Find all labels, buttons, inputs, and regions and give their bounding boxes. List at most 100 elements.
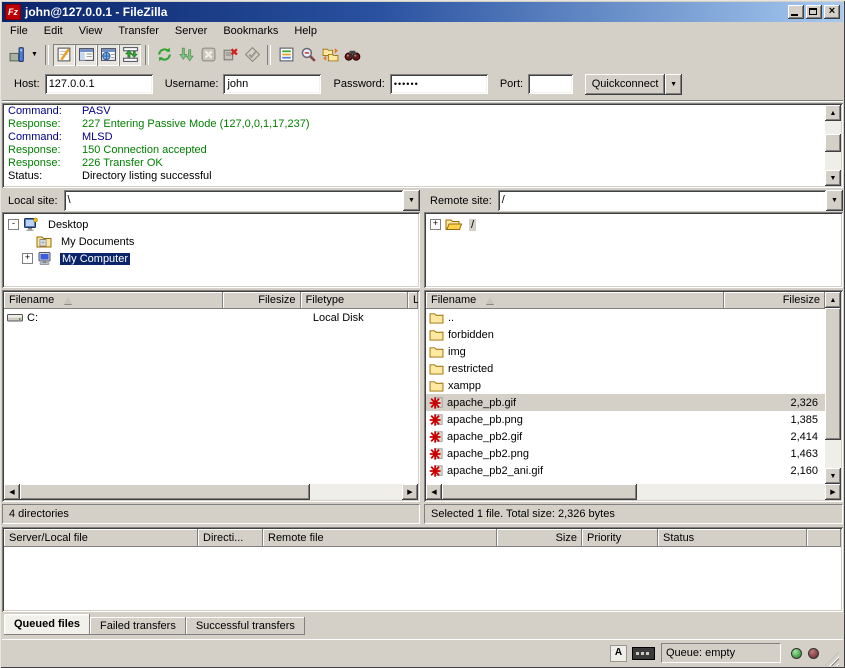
scroll-right-icon[interactable]: ▶ [402, 484, 418, 500]
speed-limit-indicator-icon[interactable] [632, 647, 655, 660]
local-site-combo[interactable]: \ ▼ [64, 190, 420, 211]
cancel-icon [200, 46, 217, 63]
file-row-xampp[interactable]: xampp [426, 377, 825, 394]
scroll-left-icon[interactable]: ◀ [4, 484, 20, 500]
disconnect-button[interactable] [219, 44, 241, 66]
remote-file-list: Filename Filesize .. forbidden img restr… [424, 290, 843, 502]
tree-item-root[interactable]: + / [430, 216, 843, 233]
site-manager-dropdown[interactable]: ▼ [28, 44, 41, 66]
image-file-icon [429, 396, 443, 410]
menu-help[interactable]: Help [286, 23, 325, 40]
file-row-parent-dir[interactable]: .. [426, 309, 825, 326]
column-header-size[interactable]: Size [497, 529, 582, 547]
scroll-up-icon[interactable]: ▲ [825, 105, 841, 121]
toolbar-separator [267, 45, 271, 65]
close-button[interactable]: × [824, 5, 840, 19]
collapse-icon[interactable]: - [8, 219, 19, 230]
local-site-value[interactable]: \ [64, 190, 403, 211]
expand-icon[interactable]: + [22, 253, 33, 264]
recheck-button[interactable] [241, 44, 263, 66]
tab-failed-transfers[interactable]: Failed transfers [90, 617, 186, 635]
menu-edit[interactable]: Edit [36, 23, 71, 40]
local-site-dropdown[interactable]: ▼ [403, 190, 420, 211]
toggle-transfer-queue-button[interactable] [119, 44, 141, 66]
menu-bookmarks[interactable]: Bookmarks [215, 23, 286, 40]
local-list-hscrollbar[interactable]: ◀ ▶ [4, 484, 418, 500]
password-field[interactable]: •••••• [390, 74, 488, 94]
column-header-status[interactable]: Status [658, 529, 807, 547]
file-row-forbidden[interactable]: forbidden [426, 326, 825, 343]
scrollbar-thumb[interactable] [825, 134, 841, 152]
close-icon: × [824, 5, 840, 18]
resize-grip[interactable] [825, 652, 839, 666]
remote-list-vscrollbar[interactable]: ▲ ▼ [825, 292, 841, 484]
log-line: Command:MLSD [8, 131, 821, 144]
scroll-left-icon[interactable]: ◀ [426, 484, 442, 500]
tree-item-label: My Computer [60, 253, 130, 265]
column-header-priority[interactable]: Priority [582, 529, 658, 547]
username-field[interactable]: john [223, 74, 321, 94]
file-row-apache-pb2-gif[interactable]: apache_pb2.gif 2,414 [426, 428, 825, 445]
transfer-type-indicator-icon[interactable]: A [610, 645, 627, 662]
remote-site-value[interactable]: / [498, 190, 826, 211]
file-row-apache-pb-gif[interactable]: apache_pb.gif 2,326 [426, 394, 825, 411]
menu-server[interactable]: Server [167, 23, 215, 40]
refresh-button[interactable] [153, 44, 175, 66]
remote-site-combo[interactable]: / ▼ [498, 190, 843, 211]
synchronized-browsing-button[interactable] [319, 44, 341, 66]
column-header-filesize[interactable]: Filesize [724, 292, 825, 309]
port-field[interactable] [528, 74, 573, 94]
scroll-down-icon[interactable]: ▼ [825, 170, 841, 186]
process-queue-button[interactable] [175, 44, 197, 66]
tree-item-my-documents[interactable]: My Documents [8, 233, 420, 250]
host-field[interactable]: 127.0.0.1 [45, 74, 153, 94]
file-row-apache-pb-png[interactable]: apache_pb.png 1,385 [426, 411, 825, 428]
toggle-remote-tree-button[interactable] [97, 44, 119, 66]
cancel-operation-button[interactable] [197, 44, 219, 66]
scrollbar-thumb[interactable] [442, 484, 637, 500]
quickconnect-button[interactable]: Quickconnect [585, 74, 665, 95]
file-row-apache-pb2-png[interactable]: apache_pb2.png 1,463 [426, 445, 825, 462]
tree-item-desktop[interactable]: - Desktop [8, 216, 420, 233]
tab-queued-files[interactable]: Queued files [4, 614, 90, 635]
site-manager-button[interactable] [6, 44, 28, 66]
maximize-button[interactable] [806, 5, 822, 19]
column-header-filename[interactable]: Filename [4, 292, 223, 309]
expand-icon[interactable]: + [430, 219, 441, 230]
column-header-direction[interactable]: Directi... [198, 529, 263, 547]
scroll-down-icon[interactable]: ▼ [825, 468, 841, 484]
log-scrollbar[interactable]: ▲ ▼ [825, 105, 841, 186]
toggle-message-log-button[interactable] [53, 44, 75, 66]
scrollbar-thumb[interactable] [20, 484, 310, 500]
scroll-up-icon[interactable]: ▲ [825, 292, 841, 308]
file-row-apache-pb2-ani-gif[interactable]: apache_pb2_ani.gif 2,160 [426, 462, 825, 479]
host-label: Host: [14, 78, 40, 90]
column-header-remote-file[interactable]: Remote file [263, 529, 497, 547]
file-row-img[interactable]: img [426, 343, 825, 360]
column-header-server-local-file[interactable]: Server/Local file [4, 529, 198, 547]
tab-successful-transfers[interactable]: Successful transfers [186, 617, 305, 635]
file-row-restricted[interactable]: restricted [426, 360, 825, 377]
directory-filters-button[interactable] [275, 44, 297, 66]
directory-comparison-button[interactable] [297, 44, 319, 66]
menu-transfer[interactable]: Transfer [110, 23, 167, 40]
menu-view[interactable]: View [71, 23, 111, 40]
column-header-filename[interactable]: Filename [426, 292, 724, 309]
file-row-c-drive[interactable]: C: Local Disk [4, 309, 418, 326]
column-header-filetype[interactable]: Filetype [301, 292, 408, 309]
toggle-local-tree-button[interactable] [75, 44, 97, 66]
column-header-filesize[interactable]: Filesize [223, 292, 301, 309]
find-files-button[interactable] [341, 44, 363, 66]
log-line: Command:PASV [8, 105, 821, 118]
remote-list-hscrollbar[interactable]: ◀ ▶ [426, 484, 841, 500]
scrollbar-thumb[interactable] [825, 308, 841, 440]
scroll-right-icon[interactable]: ▶ [825, 484, 841, 500]
menu-file[interactable]: File [2, 23, 36, 40]
queue-body[interactable] [4, 547, 841, 610]
directory-filters-icon [278, 46, 295, 63]
minimize-button[interactable] [788, 5, 804, 19]
column-header-last-modified[interactable]: L [408, 292, 418, 309]
tree-item-my-computer[interactable]: + My Computer [8, 250, 420, 267]
quickconnect-dropdown[interactable]: ▼ [665, 74, 682, 95]
remote-site-dropdown[interactable]: ▼ [826, 190, 843, 211]
